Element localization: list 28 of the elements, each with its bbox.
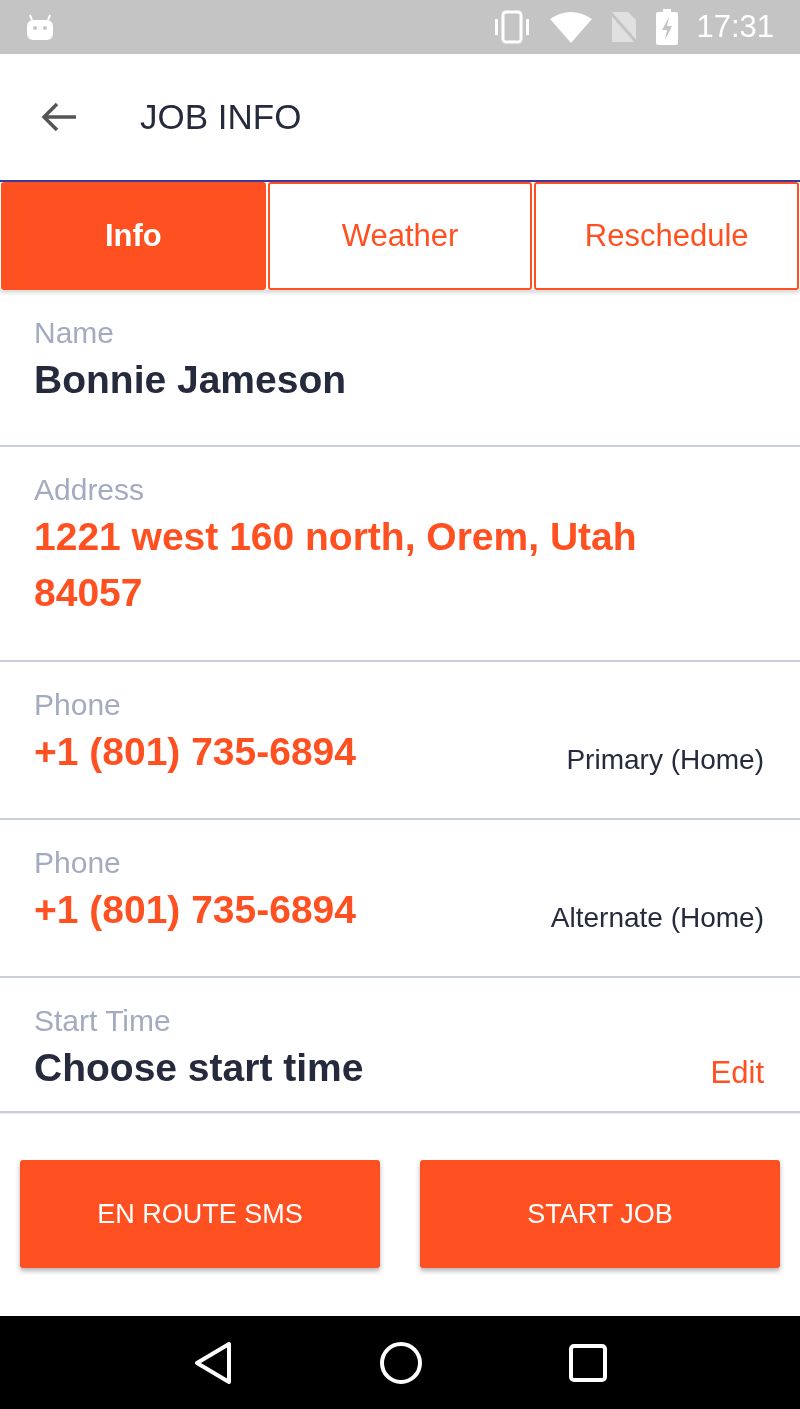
android-icon — [26, 14, 54, 40]
field-label: Address — [34, 473, 146, 507]
phone-type: Primary (Home) — [566, 744, 764, 776]
battery-charging-icon — [656, 9, 679, 45]
field-value: Bonnie Jameson — [34, 357, 347, 403]
field-label: Name — [34, 316, 116, 350]
field-link[interactable]: 1221 west 160 north, Orem, Utah 84057 — [34, 509, 754, 621]
edit-link[interactable]: Edit — [710, 1055, 764, 1091]
field-link[interactable]: +1 (801) 735-6894 — [34, 882, 356, 938]
home-nav-button[interactable] — [379, 1340, 423, 1385]
field-link[interactable]: +1 (801) 735-6894 — [34, 724, 356, 780]
field-label: Start Time — [34, 1004, 172, 1038]
tab[interactable]: Info — [1, 182, 266, 290]
screen-title: JOB INFO — [140, 97, 302, 137]
recents-nav-button[interactable] — [569, 1343, 607, 1382]
clock: 17:31 — [696, 9, 774, 45]
field-value: Choose start time — [34, 1045, 364, 1091]
phone-type: Alternate (Home) — [550, 902, 764, 934]
tab[interactable]: Reschedule — [534, 182, 799, 290]
action-button[interactable]: START JOB — [420, 1160, 780, 1268]
wifi-icon — [550, 11, 593, 43]
back-button[interactable] — [40, 101, 78, 133]
field-label: Phone — [34, 688, 122, 722]
action-button[interactable]: EN ROUTE SMS — [20, 1160, 380, 1268]
no-sim-icon — [610, 10, 639, 44]
field-label: Phone — [34, 846, 122, 880]
back-nav-button[interactable] — [193, 1340, 233, 1385]
tab[interactable]: Weather — [267, 182, 533, 290]
